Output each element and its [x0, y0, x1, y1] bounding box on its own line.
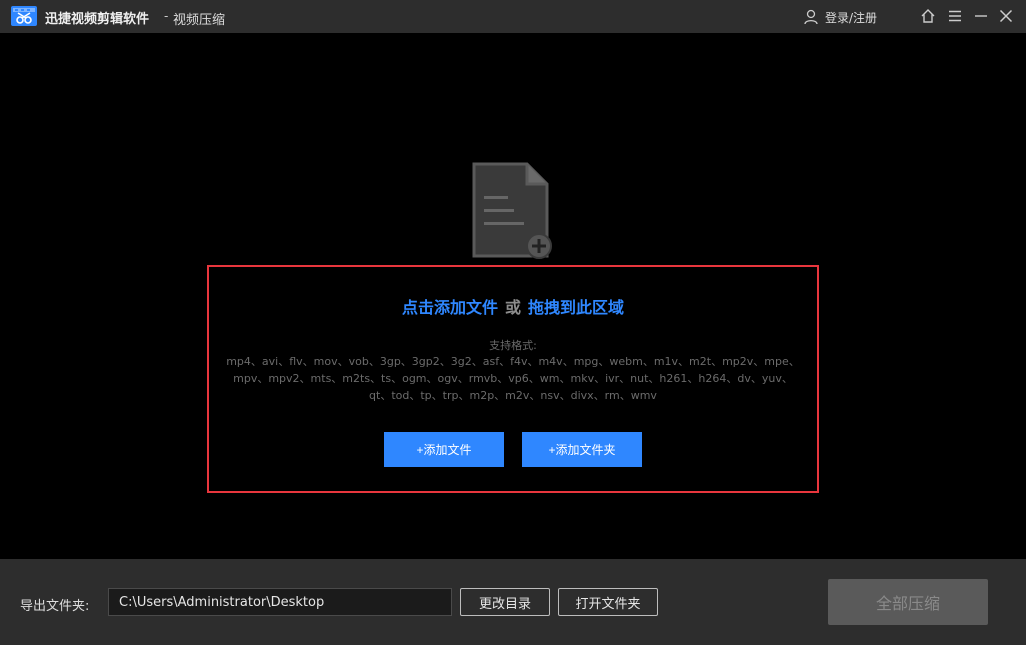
add-folder-button[interactable]: +添加文件夹 [522, 432, 642, 467]
section-title: 视频压缩 [173, 13, 226, 28]
app-title: 迅捷视频剪辑软件 [45, 12, 150, 27]
compress-all-button[interactable]: 全部压缩 [828, 579, 988, 625]
add-file-icon[interactable] [472, 162, 554, 260]
add-file-button[interactable]: +添加文件 [384, 432, 504, 467]
login-label: 登录/注册 [825, 10, 878, 25]
bottom-bar: 导出文件夹: 更改目录 打开文件夹 全部压缩 [0, 559, 1026, 645]
menu-icon[interactable] [947, 8, 963, 24]
title-separator: - [164, 9, 169, 23]
app-logo-icon [11, 6, 37, 26]
title-bar: 迅捷视频剪辑软件 - 视频压缩 登录/注册 [0, 0, 1026, 33]
user-icon [804, 9, 818, 25]
supported-formats: mp4、avi、flv、mov、vob、3gp、3gp2、3g2、asf、f4v… [226, 355, 800, 402]
drag-here-text: 拖拽到此区域 [528, 298, 625, 317]
drop-zone[interactable]: 点击添加文件或拖拽到此区域 支持格式: mp4、avi、flv、mov、vob、… [207, 265, 819, 493]
change-directory-button[interactable]: 更改目录 [460, 588, 550, 616]
drop-title: 点击添加文件或拖拽到此区域 [209, 294, 817, 318]
click-add-link[interactable]: 点击添加文件 [402, 298, 498, 317]
open-folder-button[interactable]: 打开文件夹 [558, 588, 658, 616]
home-icon[interactable] [920, 8, 936, 24]
output-folder-label: 导出文件夹: [20, 599, 90, 614]
login-button[interactable]: 登录/注册 [804, 8, 877, 26]
formats-label: 支持格式: [489, 339, 537, 352]
minimize-icon[interactable] [973, 8, 989, 24]
or-text: 或 [504, 298, 521, 317]
close-icon[interactable] [998, 8, 1014, 24]
output-path-field[interactable] [108, 588, 452, 616]
